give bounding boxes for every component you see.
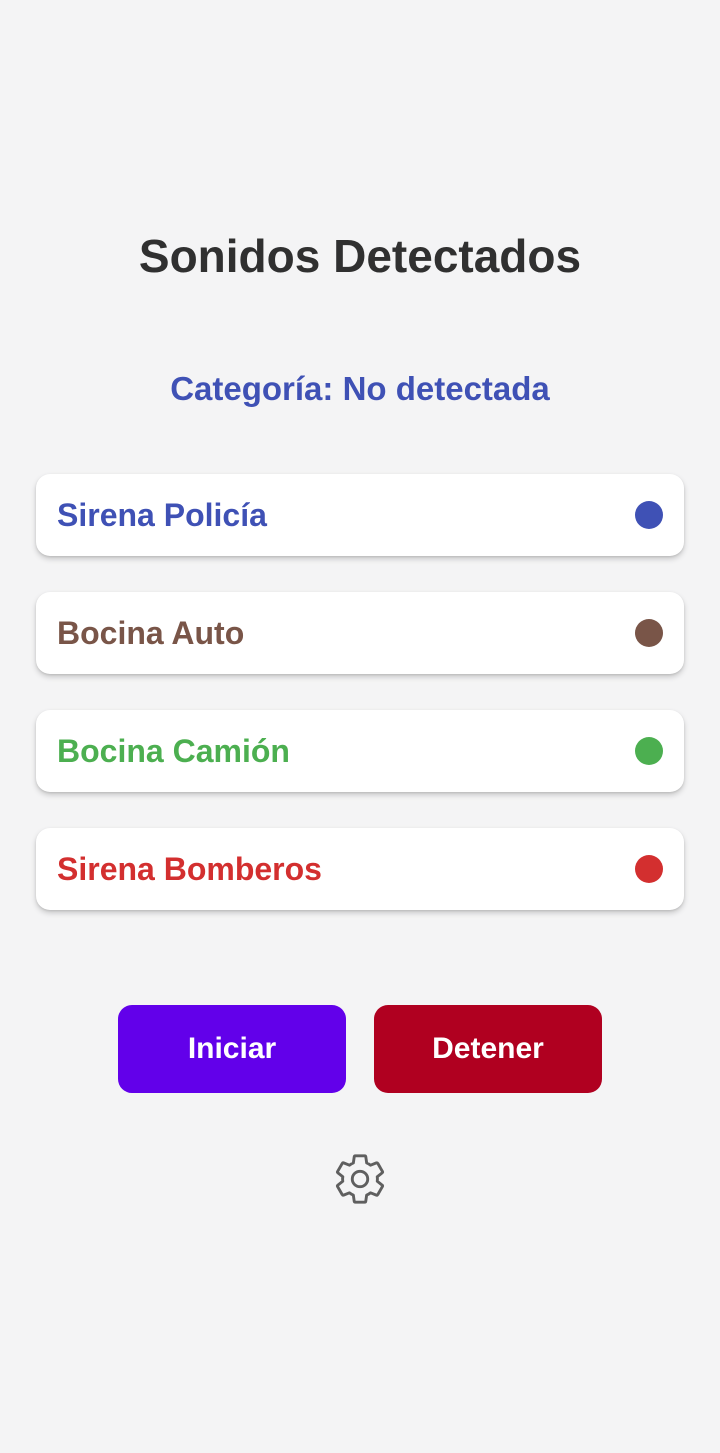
- settings-button[interactable]: [331, 1150, 389, 1208]
- gear-icon: [335, 1154, 385, 1204]
- status-dot-icon: [635, 737, 663, 765]
- page-title: Sonidos Detectados: [138, 230, 582, 282]
- sound-label: Sirena Bomberos: [57, 851, 322, 887]
- app-screen: Sonidos Detectados Categoría: No detecta…: [0, 0, 720, 1453]
- sound-card-sirena-bomberos: Sirena Bomberos: [36, 828, 684, 910]
- status-dot-icon: [635, 855, 663, 883]
- stop-button[interactable]: Detener: [374, 1005, 602, 1093]
- sound-card-bocina-camion: Bocina Camión: [36, 710, 684, 792]
- sound-list: Sirena Policía Bocina Auto Bocina Camión…: [36, 474, 684, 946]
- start-button[interactable]: Iniciar: [118, 1005, 346, 1093]
- status-dot-icon: [635, 619, 663, 647]
- detected-category-label: Categoría: No detectada: [170, 370, 550, 407]
- status-dot-icon: [635, 501, 663, 529]
- sound-label: Sirena Policía: [57, 497, 267, 533]
- sound-label: Bocina Auto: [57, 615, 245, 651]
- sound-label: Bocina Camión: [57, 733, 290, 769]
- sound-card-sirena-policia: Sirena Policía: [36, 474, 684, 556]
- action-buttons: Iniciar Detener: [118, 1005, 602, 1093]
- sound-card-bocina-auto: Bocina Auto: [36, 592, 684, 674]
